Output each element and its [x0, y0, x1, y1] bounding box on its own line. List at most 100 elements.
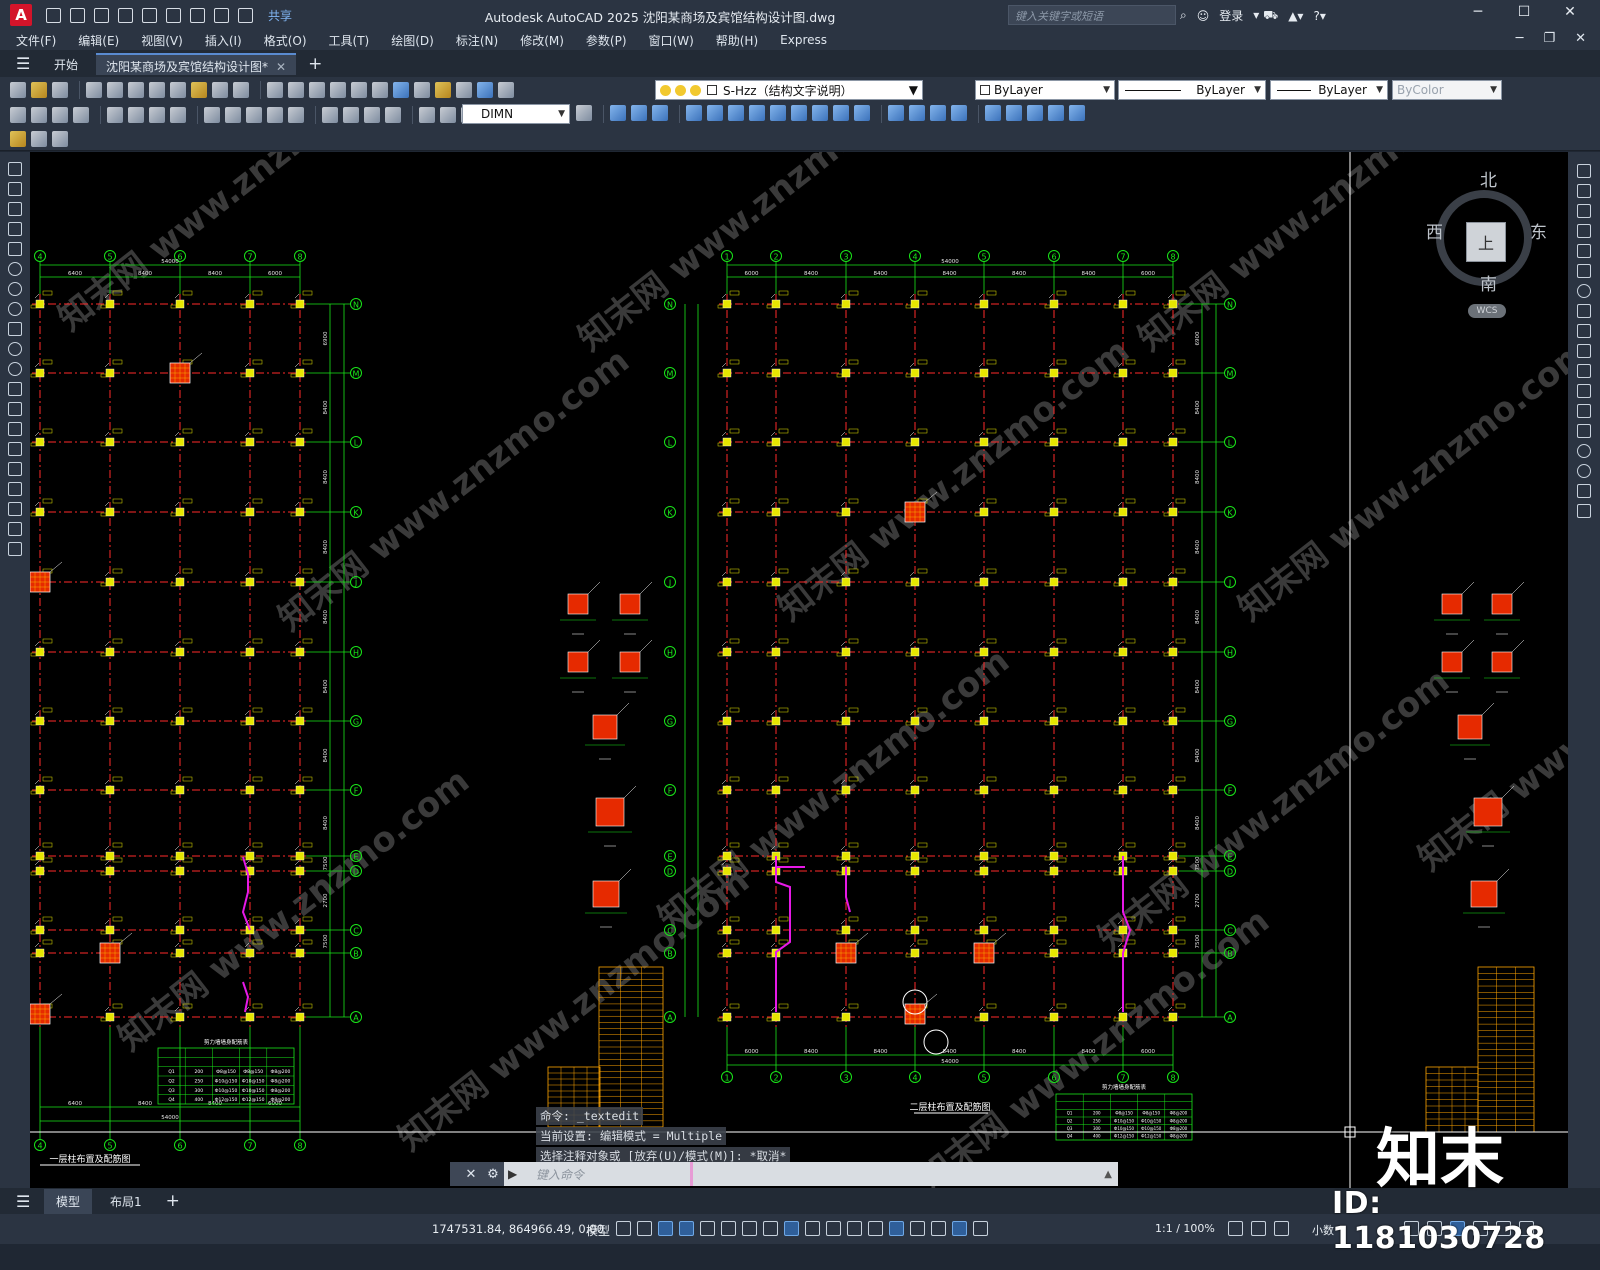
object-snap-icon[interactable] [784, 1221, 799, 1236]
help-icon[interactable]: ?▾ [1313, 9, 1325, 23]
quick-dim-icon[interactable] [204, 107, 220, 123]
save-icon-2[interactable] [52, 82, 68, 98]
compass-east[interactable]: 东 [1530, 218, 1547, 243]
design-center-icon[interactable] [414, 82, 430, 98]
view-right-icon[interactable] [770, 105, 786, 121]
menu-view[interactable]: 视图(V) [141, 32, 183, 49]
compass-west[interactable]: 西 [1426, 218, 1443, 243]
selection-filter-icon[interactable] [910, 1221, 925, 1236]
compass-south[interactable]: 南 [1480, 270, 1497, 295]
plot-icon-2[interactable] [86, 82, 102, 98]
autodesk-app-icon[interactable]: ▲▾ [1288, 9, 1303, 23]
infer-constraints-icon[interactable] [658, 1221, 673, 1236]
zoom-realtime-icon[interactable] [330, 82, 346, 98]
menu-tools[interactable]: 工具(T) [329, 32, 370, 49]
ucs-face-icon[interactable] [951, 105, 967, 121]
rectangle-icon[interactable] [8, 242, 22, 256]
dimstyle-dropdown[interactable]: DIMN ▼ [462, 104, 570, 124]
menu-draw[interactable]: 绘图(D) [391, 32, 434, 49]
3d-osnap-icon[interactable] [868, 1221, 883, 1236]
wcs-menu-button[interactable]: WCS [1468, 304, 1506, 318]
menu-window[interactable]: 窗口(W) [649, 32, 694, 49]
arc-icon[interactable] [8, 262, 22, 276]
copy-icon[interactable] [170, 82, 186, 98]
plotstyle-dropdown[interactable]: ByColor ▼ [1392, 80, 1502, 100]
color-dropdown[interactable]: ByLayer ▼ [975, 80, 1115, 100]
dim-edit-icon[interactable] [419, 107, 435, 123]
close-icon[interactable]: ✕ [1547, 4, 1593, 20]
gizmo-icon[interactable] [931, 1221, 946, 1236]
maximize-icon[interactable]: ☐ [1501, 4, 1547, 20]
command-prompt-icon[interactable]: ▶ [504, 1167, 530, 1181]
angular-dim-icon[interactable] [170, 107, 186, 123]
lineweight-icon[interactable] [805, 1221, 820, 1236]
block-editor-icon[interactable] [233, 82, 249, 98]
block-attribute-icon[interactable] [52, 130, 68, 147]
view-back-icon[interactable] [631, 105, 647, 121]
polar-tracking-icon[interactable] [721, 1221, 736, 1236]
units-display[interactable]: 小数 [1312, 1222, 1334, 1238]
view-iso-ne-icon[interactable] [833, 105, 849, 121]
annotation-scale[interactable]: 1:1 / 100% [1155, 1222, 1215, 1235]
menu-format[interactable]: 格式(O) [264, 32, 307, 49]
fillet-icon[interactable] [1577, 464, 1591, 478]
tolerance-icon[interactable] [322, 107, 338, 123]
zoom-previous-icon[interactable] [372, 82, 388, 98]
ortho-icon[interactable] [700, 1221, 715, 1236]
calculator-icon[interactable] [456, 82, 472, 98]
view-iso-nw-icon[interactable] [854, 105, 870, 121]
menu-modify[interactable]: 修改(M) [520, 32, 564, 49]
app-menu-icon[interactable]: ☰ [16, 54, 36, 73]
autoscale-icon[interactable] [973, 1221, 988, 1236]
rotate-icon[interactable] [1577, 284, 1591, 298]
point-icon[interactable] [8, 422, 22, 436]
menu-dimension[interactable]: 标注(N) [456, 32, 498, 49]
mirror-icon[interactable] [1577, 204, 1591, 218]
jogged-dim-icon[interactable] [128, 107, 144, 123]
cut-icon[interactable] [149, 82, 165, 98]
tab-layout1[interactable]: 布局1 [98, 1189, 154, 1214]
add-layout-button[interactable]: + [166, 1191, 180, 1211]
ucs-world-icon[interactable] [909, 105, 925, 121]
diameter-dim-icon[interactable] [149, 107, 165, 123]
object-snap-tracking-icon[interactable] [763, 1221, 778, 1236]
search-input[interactable]: 键入关键字或短语 [1008, 5, 1176, 25]
cart-icon[interactable]: ▾ ⛟ [1253, 8, 1278, 24]
view-iso-sw-icon[interactable] [791, 105, 807, 121]
selection-cycling-icon[interactable] [847, 1221, 862, 1236]
menu-help[interactable]: 帮助(H) [716, 32, 758, 49]
stretch-icon[interactable] [1577, 324, 1591, 338]
chamfer-icon[interactable] [1577, 444, 1591, 458]
break-point-icon[interactable] [1577, 384, 1591, 398]
tab-model[interactable]: 模型 [44, 1188, 93, 1214]
doc-minimize-icon[interactable]: ─ [1516, 31, 1524, 46]
properties-icon[interactable] [393, 82, 409, 98]
orbit-icon[interactable] [686, 105, 702, 121]
doc-restore-icon[interactable]: ❐ [1543, 31, 1555, 46]
minimize-icon[interactable]: ─ [1455, 4, 1501, 20]
hatch-icon[interactable] [8, 442, 22, 456]
tab-drawing[interactable]: 沈阳某商场及宾馆结构设计图* ✕ [96, 52, 297, 75]
tab-start[interactable]: 开始 [44, 53, 88, 75]
customize-command-icon[interactable]: ⚙ [482, 1162, 504, 1186]
revision-cloud-icon[interactable] [8, 302, 22, 316]
baseline-dim-icon[interactable] [225, 107, 241, 123]
mtext-icon[interactable] [8, 522, 22, 536]
dim-style-icon[interactable] [576, 105, 592, 121]
pan-icon[interactable] [309, 82, 325, 98]
redo-icon-2[interactable] [288, 82, 304, 98]
help-icon-2[interactable] [477, 82, 493, 98]
ordinate-dim-icon[interactable] [73, 107, 89, 123]
scale-icon[interactable] [1577, 304, 1591, 318]
dynamic-input-icon[interactable] [679, 1221, 694, 1236]
doc-close-icon[interactable]: ✕ [1575, 31, 1586, 46]
menu-file[interactable]: 文件(F) [16, 32, 56, 49]
line-icon[interactable] [8, 162, 22, 176]
workspace-icon[interactable] [1228, 1221, 1243, 1236]
ucs-icon[interactable] [888, 105, 904, 121]
menu-parametric[interactable]: 参数(P) [586, 32, 627, 49]
polyline-icon[interactable] [8, 202, 22, 216]
extend-icon[interactable] [1577, 364, 1591, 378]
open-icon[interactable] [31, 82, 47, 98]
view-left-icon[interactable] [749, 105, 765, 121]
